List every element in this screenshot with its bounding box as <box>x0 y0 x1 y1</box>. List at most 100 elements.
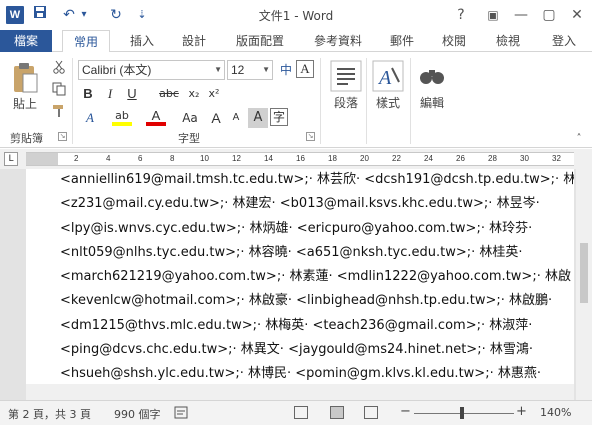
zoom-out-button[interactable]: − <box>400 404 411 419</box>
collapse-ribbon-icon[interactable]: ˄ <box>570 130 588 148</box>
tab-home[interactable]: 常用 <box>62 30 110 53</box>
tab-selector[interactable]: L <box>4 152 18 166</box>
document-line[interactable]: <dm1215@thvs.mlc.edu.tw>;· 林梅英· <teach23… <box>60 314 532 333</box>
print-layout-icon[interactable] <box>330 406 344 419</box>
tab-view[interactable]: 檢視 <box>490 30 526 52</box>
font-name-select[interactable]: Calibri (本文) ▼ <box>78 60 225 80</box>
styles-icon[interactable]: A <box>372 60 404 92</box>
phonetic-guide-icon[interactable]: 中 <box>276 60 296 80</box>
superscript-button[interactable]: x² <box>204 84 224 104</box>
proofing-icon[interactable] <box>174 406 190 420</box>
underline-button[interactable]: U <box>122 84 142 104</box>
read-mode-icon[interactable] <box>294 406 308 419</box>
group-divider <box>366 58 367 144</box>
zoom-slider-thumb[interactable] <box>460 407 464 419</box>
ruler-number: 28 <box>488 154 497 163</box>
ribbon-home: 貼上 剪貼簿 ↘ Calibri (本文) ▼ 12 ▼ 中 A B I U a… <box>0 52 592 148</box>
svg-text:A: A <box>377 67 392 89</box>
document-area: <anniellin619@mail.tmsh.tc.edu.tw>;· 林芸欣… <box>0 169 592 400</box>
clipboard-group-label: 剪貼簿 <box>10 132 43 145</box>
document-line[interactable]: <anniellin619@mail.tmsh.tc.edu.tw>;· 林芸欣… <box>60 169 574 187</box>
copy-icon[interactable] <box>50 82 68 100</box>
ruler-number: 26 <box>456 154 465 163</box>
close-icon[interactable]: ✕ <box>564 4 590 26</box>
paste-button-label[interactable]: 貼上 <box>13 95 37 112</box>
document-line[interactable]: <hsueh@shsh.ylc.edu.tw>;· 林博民· <pomin@gm… <box>60 362 541 381</box>
document-line[interactable]: <lpy@is.wnvs.cyc.edu.tw>;· 林炳雄· <ericpur… <box>60 217 532 236</box>
cut-icon[interactable] <box>50 60 68 78</box>
paragraph-button-label[interactable]: 段落 <box>330 94 362 111</box>
highlight-color-icon[interactable]: ab <box>112 106 132 126</box>
ribbon-tabs: 檔案 常用 插入 設計 版面配置 參考資料 郵件 校閱 檢視 登入 <box>0 30 592 53</box>
shrink-font-icon[interactable]: A <box>226 108 246 128</box>
horizontal-scrollbar[interactable] <box>26 384 574 400</box>
page-count[interactable]: 第 2 頁，共 3 頁 <box>8 406 91 422</box>
character-border-icon[interactable]: 字 <box>270 108 288 126</box>
group-divider <box>410 58 411 144</box>
tab-mailings[interactable]: 郵件 <box>384 30 420 52</box>
web-layout-icon[interactable] <box>364 406 378 419</box>
font-launcher-icon[interactable]: ↘ <box>306 132 315 141</box>
ruler-number: 12 <box>232 154 241 163</box>
paste-icon[interactable] <box>11 62 39 94</box>
text-effects-icon[interactable]: A <box>80 108 100 128</box>
font-name-value: Calibri (本文) <box>82 63 152 77</box>
subscript-button[interactable]: x₂ <box>184 84 204 104</box>
strikethrough-button[interactable]: abc <box>156 84 182 104</box>
paragraph-icon[interactable] <box>330 60 362 92</box>
document-line[interactable]: <z231@mail.cy.edu.tw>;· 林建宏· <b013@mail.… <box>60 192 540 211</box>
tab-references[interactable]: 參考資料 <box>306 30 370 52</box>
grow-font-icon[interactable]: A <box>206 108 226 128</box>
find-binoculars-icon[interactable] <box>416 60 448 92</box>
tab-review[interactable]: 校閱 <box>436 30 472 52</box>
zoom-in-button[interactable]: + <box>516 404 527 419</box>
ruler-number: 16 <box>296 154 305 163</box>
tab-layout[interactable]: 版面配置 <box>228 30 292 52</box>
font-size-select[interactable]: 12 ▼ <box>227 60 273 80</box>
bold-button[interactable]: B <box>78 84 98 104</box>
ruler-number: 32 <box>552 154 561 163</box>
document-page[interactable]: <anniellin619@mail.tmsh.tc.edu.tw>;· 林芸欣… <box>26 169 574 384</box>
document-line[interactable]: <kevenlcw@hotmail.com>;· 林啟豪· <linbighea… <box>60 289 552 308</box>
tab-insert[interactable]: 插入 <box>124 30 160 52</box>
horizontal-ruler[interactable]: 2 4 6 8 10 12 14 16 18 20 22 24 26 28 30… <box>26 152 574 166</box>
word-count[interactable]: 990 個字 <box>114 406 161 422</box>
document-line[interactable]: <nlt059@nlhs.tyc.edu.tw>;· 林容曉· <a651@nk… <box>60 241 523 260</box>
font-color-icon[interactable]: A <box>146 106 166 126</box>
zoom-level[interactable]: 140% <box>540 406 571 419</box>
minimize-icon[interactable]: — <box>508 4 534 26</box>
ruler-number: 4 <box>106 154 111 163</box>
enclose-characters-icon[interactable]: A <box>296 60 314 78</box>
ruler-number: 14 <box>264 154 273 163</box>
group-divider <box>320 58 321 144</box>
font-size-value: 12 <box>231 63 245 77</box>
tab-design[interactable]: 設計 <box>176 30 212 52</box>
clipboard-launcher-icon[interactable]: ↘ <box>58 132 67 141</box>
ruler-row: L 2 4 6 8 10 12 14 16 18 20 22 24 26 28 … <box>0 149 592 169</box>
vertical-scrollbar[interactable] <box>576 169 592 400</box>
ruler-number: 2 <box>74 154 79 163</box>
change-case-icon[interactable]: Aa <box>180 108 200 128</box>
ruler-number: 6 <box>138 154 143 163</box>
character-shading-icon[interactable]: A <box>248 108 268 128</box>
sign-in-link[interactable]: 登入 <box>544 30 584 52</box>
ruler-number: 10 <box>200 154 209 163</box>
styles-button-label[interactable]: 樣式 <box>372 94 404 111</box>
chevron-down-icon: ▼ <box>262 65 270 74</box>
restore-icon[interactable]: ▢ <box>536 4 562 26</box>
zoom-slider[interactable] <box>414 413 514 414</box>
ruler-number: 24 <box>424 154 433 163</box>
ribbon-display-options-icon[interactable]: ▣ <box>480 4 506 26</box>
ruler-number: 30 <box>520 154 529 163</box>
help-icon[interactable]: ? <box>448 4 474 26</box>
chevron-down-icon: ▼ <box>214 65 222 74</box>
document-line[interactable]: <ping@dcvs.chc.edu.tw>;· 林異文· <jaygould@… <box>60 338 533 357</box>
title-bar: W ↶ ▾ ↻ ⇣ 文件1 - Word ? ▣ — ▢ ✕ <box>0 0 592 30</box>
scrollbar-thumb[interactable] <box>580 243 588 303</box>
ruler-margin <box>26 153 58 165</box>
italic-button[interactable]: I <box>100 84 120 104</box>
document-line[interactable]: <march621219@yahoo.com.tw>;· 林素蓮· <mdlin… <box>60 265 571 284</box>
format-painter-icon[interactable] <box>50 104 68 122</box>
editing-button-label[interactable]: 編輯 <box>416 94 448 111</box>
tab-file[interactable]: 檔案 <box>0 30 52 52</box>
